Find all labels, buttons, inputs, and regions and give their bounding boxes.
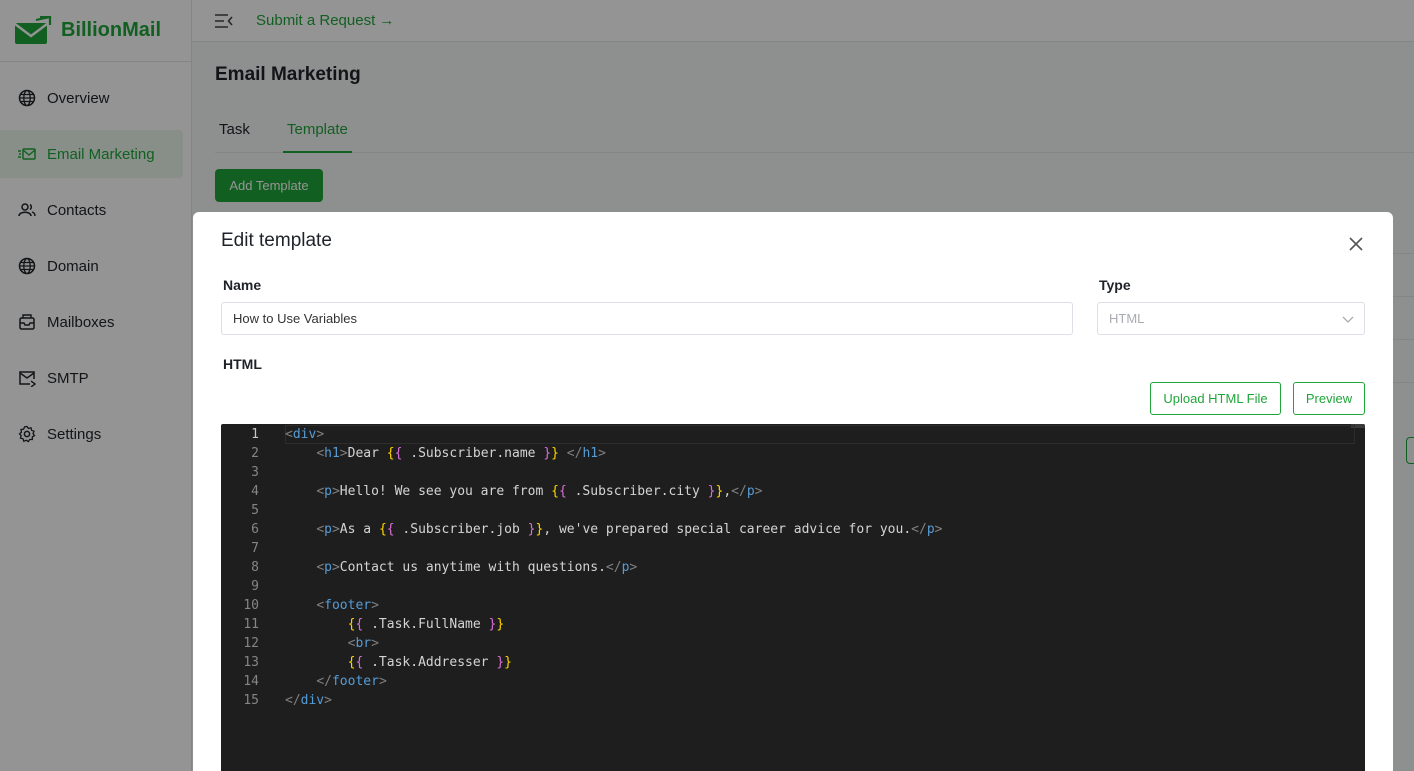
code-line[interactable]: 1 <div> [221,425,1365,444]
code-text: </footer> [316,674,387,689]
line-number: 3 [251,465,259,480]
line-number: 8 [251,560,259,575]
code-text: <h1>Dear {{ .Subscriber.name }} </h1> [316,446,606,461]
code-line[interactable]: 12 <br> [221,634,1365,653]
line-number: 5 [251,503,259,518]
current-line-highlight [285,425,1355,444]
html-label: HTML [223,356,262,372]
code-line[interactable]: 11 {{ .Task.FullName }} [221,615,1365,634]
code-line[interactable]: 4 <p>Hello! We see you are from {{ .Subs… [221,482,1365,501]
line-number: 9 [251,579,259,594]
line-number: 7 [251,541,259,556]
modal-title: Edit template [221,230,332,251]
line-number: 13 [243,655,259,670]
type-select[interactable]: HTML [1097,302,1365,335]
code-text: {{ .Task.FullName }} [347,617,505,632]
edit-template-modal: Edit template Name How to Use Variables … [193,212,1393,771]
editor-lines: 1 <div> 2 <h1>Dear {{ .Subscriber.name }} … [221,424,1365,710]
line-number: 4 [251,484,259,499]
line-number: 11 [243,617,259,632]
code-line[interactable]: 5 [221,501,1365,520]
upload-html-button[interactable]: Upload HTML File [1150,382,1281,415]
name-label: Name [223,277,262,293]
name-input[interactable]: How to Use Variables [221,302,1073,335]
code-text: {{ .Task.Addresser }} [347,655,512,670]
code-text: <p>As a {{ .Subscriber.job }}, we've pre… [316,522,943,537]
html-code-editor[interactable]: 1 <div> 2 <h1>Dear {{ .Subscriber.name }} … [221,424,1365,771]
code-line[interactable]: 10 <footer> [221,596,1365,615]
code-text: <p>Hello! We see you are from {{ .Subscr… [316,484,763,499]
code-text: </div> [285,693,332,708]
preview-button[interactable]: Preview [1293,382,1365,415]
line-number: 12 [243,636,259,651]
code-text: <br> [347,636,379,651]
close-icon[interactable] [1347,235,1365,253]
code-line[interactable]: 9 [221,577,1365,596]
code-text: <div> [285,427,325,442]
code-line[interactable]: 13 {{ .Task.Addresser }} [221,653,1365,672]
type-select-value: HTML [1109,311,1145,326]
line-number: 6 [251,522,259,537]
code-line[interactable]: 3 [221,463,1365,482]
code-line[interactable]: 14 </footer> [221,672,1365,691]
line-number: 15 [243,693,259,708]
code-text: <p>Contact us anytime with questions.</p… [316,560,638,575]
line-number: 2 [251,446,259,461]
line-number: 10 [243,598,259,613]
line-number: 14 [243,674,259,689]
line-number: 1 [251,427,259,442]
code-line[interactable]: 15 </div> [221,691,1365,710]
code-line[interactable]: 8 <p>Contact us anytime with questions.<… [221,558,1365,577]
code-line[interactable]: 6 <p>As a {{ .Subscriber.job }}, we've p… [221,520,1365,539]
code-line[interactable]: 2 <h1>Dear {{ .Subscriber.name }} </h1> [221,444,1365,463]
chevron-down-icon [1342,316,1354,323]
code-line[interactable]: 7 [221,539,1365,558]
code-text: <footer> [316,598,379,613]
type-label: Type [1099,277,1131,293]
